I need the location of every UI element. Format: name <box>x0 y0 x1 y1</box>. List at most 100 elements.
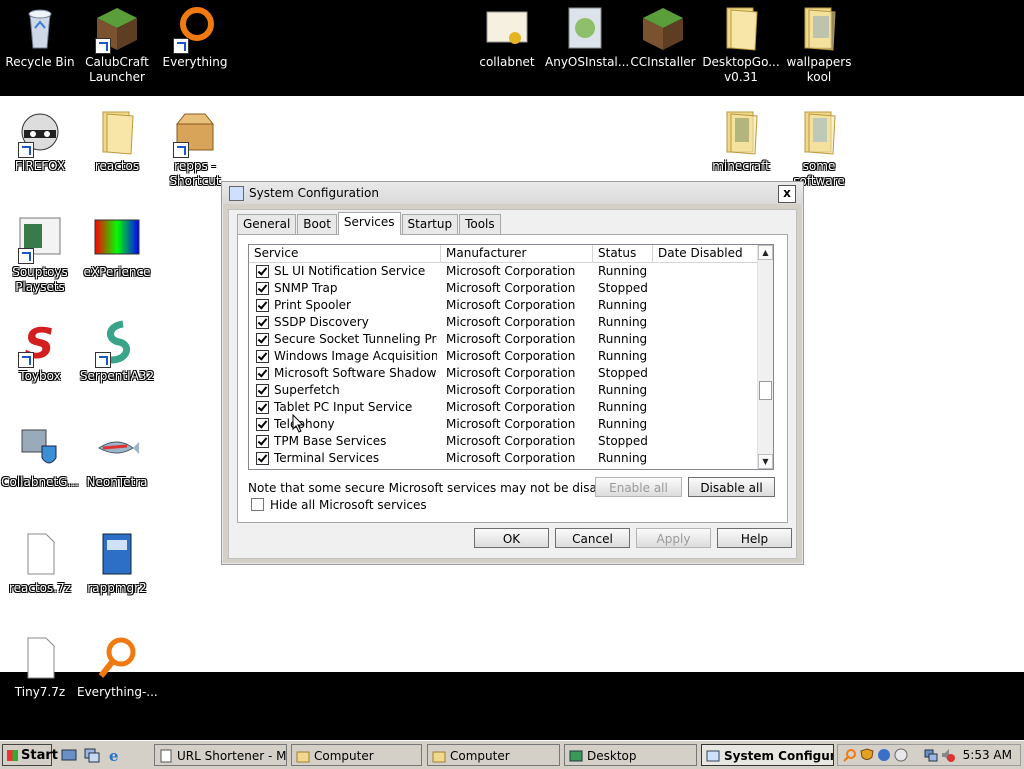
service-checkbox[interactable] <box>256 316 269 329</box>
search-tray-icon[interactable] <box>843 748 857 762</box>
table-row[interactable]: TPM Base Services Microsoft Corporation St… <box>249 433 758 450</box>
desktop-icon-serpentia32[interactable]: SerpentIA32 <box>77 318 157 384</box>
show-desktop-icon[interactable] <box>61 747 77 763</box>
taskbar-item-computer-1[interactable]: Computer <box>291 744 422 766</box>
table-row[interactable]: Superfetch Microsoft Corporation Running <box>249 382 758 399</box>
table-row[interactable]: Tablet PC Input Service Microsoft Corpora… <box>249 399 758 416</box>
desktop-icon-collabnetg[interactable]: CollabnetG... <box>0 424 80 490</box>
desktop-icon-wallpapers[interactable]: wallpapers kool <box>779 4 859 85</box>
scroll-down-arrow-icon[interactable]: ▼ <box>758 454 773 469</box>
installer-icon <box>561 4 609 52</box>
desktop-icon-ccinstaller[interactable]: CCInstaller <box>623 4 703 70</box>
table-row[interactable]: SL UI Notification Service Microsoft Corp… <box>249 263 758 280</box>
icon-label: DesktopGo... v0.31 <box>702 55 780 84</box>
volume-muted-icon[interactable] <box>941 748 955 762</box>
desktop-icon-everything-search[interactable]: Everything-... <box>77 634 158 700</box>
network-icon[interactable] <box>924 748 938 762</box>
security-shield-icon[interactable] <box>860 748 874 762</box>
tab-startup[interactable]: Startup <box>401 214 459 234</box>
table-row[interactable]: SSDP Discovery Microsoft Corporation Runni… <box>249 314 758 331</box>
tab-services[interactable]: Services <box>337 212 401 235</box>
icon-label: eXPerience <box>83 265 151 279</box>
fish-icon <box>93 424 141 472</box>
tab-general[interactable]: General <box>237 214 297 234</box>
apply-button[interactable]: Apply <box>636 528 711 548</box>
table-row[interactable]: SNMP Trap Microsoft Corporation Stopped <box>249 280 758 297</box>
desktop-icon-neontetra[interactable]: NeonTetra <box>77 424 157 490</box>
hide-microsoft-services[interactable]: Hide all Microsoft services <box>251 498 427 512</box>
taskbar-item-computer-2[interactable]: Computer <box>427 744 560 766</box>
status: Running <box>598 332 648 346</box>
service-checkbox[interactable] <box>256 333 269 346</box>
service-checkbox[interactable] <box>256 265 269 278</box>
service-checkbox[interactable] <box>256 384 269 397</box>
status: Stopped <box>598 366 648 380</box>
table-row[interactable]: Telephony Microsoft Corporation Running <box>249 416 758 433</box>
column-header-date-disabled[interactable]: Date Disabled <box>653 245 758 262</box>
column-header-manufacturer[interactable]: Manufacturer <box>441 245 593 262</box>
status: Running <box>598 264 648 278</box>
icon-label: wallpapers kool <box>786 55 852 84</box>
service-checkbox[interactable] <box>256 452 269 465</box>
close-button[interactable]: x <box>778 185 796 203</box>
service-checkbox[interactable] <box>256 435 269 448</box>
desktop-icon-minecraft[interactable]: minecraft <box>701 108 781 174</box>
cancel-button[interactable]: Cancel <box>555 528 630 548</box>
enable-all-button[interactable]: Enable all <box>595 477 682 497</box>
clock[interactable]: 5:53 AM <box>963 748 1012 762</box>
serpent-icon <box>93 318 141 368</box>
scrollbar-thumb[interactable] <box>759 381 772 400</box>
table-row[interactable]: Windows Image Acquisition (WIA) Microsoft… <box>249 348 758 365</box>
internet-explorer-icon[interactable]: e <box>108 747 124 765</box>
desktop-icon-desktopgo[interactable]: DesktopGo... v0.31 <box>701 4 781 85</box>
desktop-icon-souptoys[interactable]: Souptoys Playsets <box>0 214 80 295</box>
desktop-icon-reactos-7z[interactable]: reactos.7z <box>0 530 80 596</box>
taskbar-item-desktop[interactable]: Desktop <box>564 744 697 766</box>
table-row[interactable]: Microsoft Software Shadow Co... Microsoft… <box>249 365 758 382</box>
start-button[interactable]: Start <box>2 744 58 766</box>
tab-boot[interactable]: Boot <box>297 214 337 234</box>
desktop-icon-anyosinstaller[interactable]: AnyOSInstal... <box>545 4 629 70</box>
column-header-status[interactable]: Status <box>593 245 653 262</box>
table-row[interactable]: Terminal Services Microsoft Corporation Ru… <box>249 450 758 467</box>
disable-all-button[interactable]: Disable all <box>688 477 775 497</box>
vertical-scrollbar[interactable]: ▲ ▼ <box>757 245 773 469</box>
service-checkbox[interactable] <box>256 299 269 312</box>
shortcut-arrow-icon <box>173 38 189 54</box>
service-checkbox[interactable] <box>256 401 269 414</box>
service-checkbox[interactable] <box>256 367 269 380</box>
icon-label: Everything <box>162 55 228 69</box>
desktop-icon-everything[interactable]: Everything <box>155 4 235 70</box>
title-bar[interactable]: System Configuration x <box>222 182 803 204</box>
status-tray-icon[interactable] <box>894 748 908 762</box>
desktop-icon-recycle-bin[interactable]: Recycle Bin <box>0 4 80 70</box>
desktop-icon-experience[interactable]: eXPerience <box>77 214 157 280</box>
service-checkbox[interactable] <box>256 418 269 431</box>
notification-tray-icon[interactable] <box>877 748 891 762</box>
switch-windows-icon[interactable] <box>84 747 100 763</box>
table-row[interactable]: Secure Socket Tunneling Protoc... Microso… <box>249 331 758 348</box>
scroll-up-arrow-icon[interactable]: ▲ <box>758 245 773 260</box>
hide-ms-checkbox[interactable] <box>251 498 264 511</box>
service-name: Tablet PC Input Service <box>274 400 413 414</box>
service-checkbox[interactable] <box>256 282 269 295</box>
service-checkbox[interactable] <box>256 350 269 363</box>
taskbar-item-system-configuration[interactable]: System Configur... <box>701 744 834 766</box>
table-row[interactable]: Print Spooler Microsoft Corporation Runnin… <box>249 297 758 314</box>
column-header-service[interactable]: Service <box>249 245 441 262</box>
desktop-icon-toybox[interactable]: S Toybox <box>0 318 80 384</box>
desktop-icon-repps[interactable]: repps - Shortcut <box>155 108 235 189</box>
ok-button[interactable]: OK <box>474 528 549 548</box>
desktop-icon-reactos[interactable]: reactos <box>77 108 157 174</box>
taskbar-item-url-shortener[interactable]: URL Shortener - M... <box>154 744 287 766</box>
desktop-icon-calubcraft[interactable]: CalubCraft Launcher <box>77 4 157 85</box>
desktop-icon-collabnet[interactable]: collabnet <box>467 4 547 70</box>
service-name: Terminal Services <box>274 451 380 465</box>
desktop-icon-firefox[interactable]: FIREFOX <box>0 108 80 174</box>
desktop-icon-tiny7-7z[interactable]: Tiny7.7z <box>0 634 80 700</box>
desktop-icon-rappmgr2[interactable]: rappmgr2 <box>77 530 157 596</box>
status: Running <box>598 383 648 397</box>
tab-tools[interactable]: Tools <box>459 214 501 234</box>
help-button[interactable]: Help <box>717 528 792 548</box>
desktop-icon-some-software[interactable]: some software <box>779 108 859 189</box>
